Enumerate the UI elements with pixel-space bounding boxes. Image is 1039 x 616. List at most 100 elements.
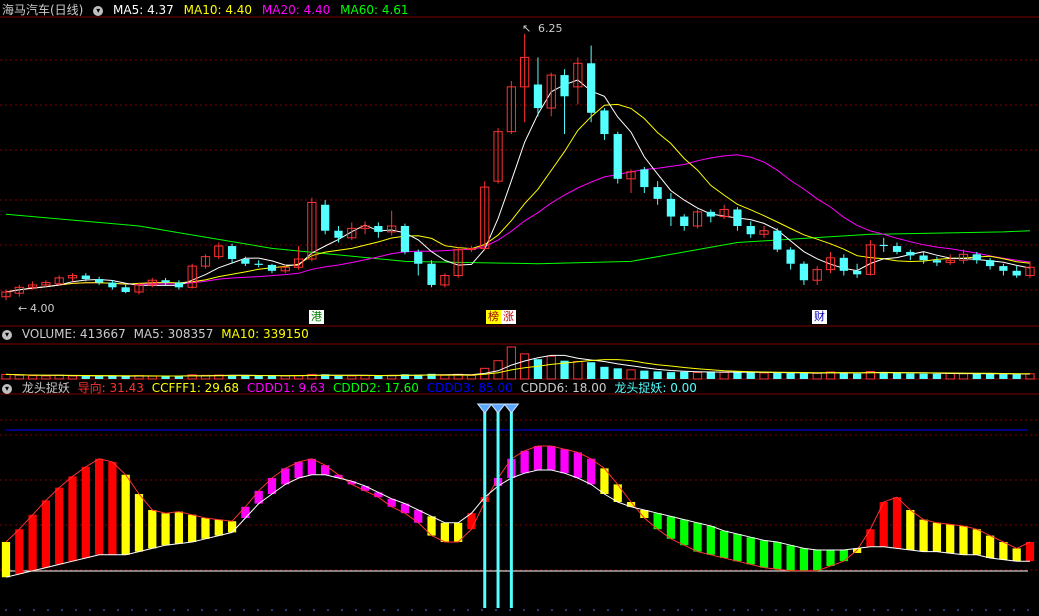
- candle-down: [773, 230, 782, 250]
- volume-bar-down: [852, 373, 862, 379]
- indicator-cdd1: CDDD1: 9.63: [246, 381, 326, 395]
- axis-dot: [551, 609, 553, 611]
- axis-dot: [747, 609, 749, 611]
- axis-dot: [705, 609, 707, 611]
- candle-down: [879, 244, 888, 247]
- volume-bar-up: [280, 375, 290, 380]
- axis-dot: [439, 609, 441, 611]
- axis-dot: [999, 609, 1001, 611]
- volume-bar-up: [945, 372, 955, 380]
- volume-bar-down: [533, 359, 543, 379]
- candle-down: [985, 260, 995, 267]
- axis-dot: [565, 609, 567, 611]
- volume-bar-down: [892, 372, 902, 379]
- volume-bar-up: [506, 346, 516, 380]
- axis-dot: [215, 609, 217, 611]
- axis-dot: [621, 609, 623, 611]
- legend-toggle-icon[interactable]: ▾: [93, 5, 104, 16]
- volume-bar-up: [958, 373, 969, 380]
- volume-toggle-icon[interactable]: ▾: [2, 329, 12, 340]
- volume-bar-down: [733, 372, 742, 379]
- candle-down: [174, 282, 184, 288]
- stock-chart[interactable]: [0, 0, 1039, 616]
- indicator-daoxiang-line: [5, 445, 1031, 572]
- axis-dot: [691, 609, 693, 611]
- axis-dot: [831, 609, 833, 611]
- volume-bar-up: [27, 375, 38, 380]
- axis-dot: [131, 609, 133, 611]
- volume-bar-up: [1, 373, 11, 380]
- volume-bar-down: [799, 373, 809, 379]
- volume-ma5: MA5: 308357: [133, 327, 214, 341]
- axis-dot: [187, 609, 189, 611]
- volume-bar-up: [692, 372, 703, 380]
- indicator-cdd6: CDDD6: 18.00: [520, 381, 607, 395]
- indicator-ltzy: 龙头捉妖: 0.00: [614, 381, 697, 395]
- axis-dot: [887, 609, 889, 611]
- axis-dot: [579, 609, 581, 611]
- price-legend: 海马汽车(日线) ▾ MA5: 4.37 MA10: 4.40 MA20: 4.…: [2, 2, 415, 18]
- axis-dot: [957, 609, 959, 611]
- candle-down: [81, 275, 90, 280]
- volume-bar-down: [81, 376, 90, 379]
- axis-dot: [537, 609, 539, 611]
- candle-down: [613, 134, 622, 179]
- volume-bar-down: [746, 372, 755, 379]
- candle-down: [640, 169, 649, 188]
- marker-bang[interactable]: 榜: [486, 310, 501, 324]
- volume-bar-down: [879, 372, 888, 379]
- volume-bar-up: [360, 375, 370, 380]
- marker-gang[interactable]: 港: [309, 310, 324, 324]
- candle-down: [786, 249, 795, 264]
- candle-down: [799, 263, 809, 281]
- axis-dot: [425, 609, 427, 611]
- axis-dot: [775, 609, 777, 611]
- marker-zhang[interactable]: 涨: [501, 310, 516, 324]
- volume-bar-down: [241, 375, 250, 379]
- axis-dot: [271, 609, 273, 611]
- candle-down: [94, 279, 104, 283]
- signal-diamond-icon: [476, 403, 493, 414]
- candle-down: [321, 204, 330, 231]
- candle-down: [999, 266, 1008, 271]
- high-price-label: 6.25: [538, 22, 563, 35]
- signal-diamond-icon: [490, 403, 507, 414]
- ma10-value: MA10: 4.40: [183, 3, 253, 17]
- volume-bar-up: [147, 375, 157, 380]
- axis-dot: [117, 609, 119, 611]
- candle-down: [906, 251, 915, 256]
- volume-bar-down: [334, 375, 343, 379]
- volume-bar-up: [14, 374, 24, 380]
- volume-bar-down: [254, 375, 263, 379]
- high-arrow-icon: ↖: [522, 22, 532, 35]
- volume-bar-down: [999, 374, 1008, 379]
- axis-dot: [47, 609, 49, 611]
- axis-dot: [5, 609, 7, 611]
- candle-down: [706, 211, 715, 217]
- axis-dot: [89, 609, 91, 611]
- indicator-cdd2: CDDD2: 17.60: [333, 381, 419, 395]
- volume-bar-down: [932, 373, 942, 379]
- candle-down: [533, 84, 543, 109]
- candle-down: [267, 264, 277, 271]
- candle-down: [839, 257, 848, 271]
- axis-dot: [733, 609, 735, 611]
- ma20-line: [5, 154, 1031, 293]
- marker-cai[interactable]: 财: [812, 310, 827, 324]
- indicator-toggle-icon[interactable]: ▾: [2, 383, 12, 394]
- axis-dot: [495, 609, 497, 611]
- volume-bar-down: [972, 373, 981, 379]
- candle-down: [653, 187, 662, 199]
- candle-down: [600, 110, 609, 135]
- candle-down: [972, 254, 981, 261]
- volume-legend: ▾ VOLUME: 413667 MA5: 308357 MA10: 33915…: [2, 326, 315, 342]
- axis-dot: [635, 609, 637, 611]
- candle-down: [374, 225, 383, 232]
- axis-dot: [383, 609, 385, 611]
- candle-down: [666, 198, 676, 217]
- axis-dot: [789, 609, 791, 611]
- axis-dot: [327, 609, 329, 611]
- volume-bar-down: [161, 376, 170, 379]
- axis-dot: [859, 609, 861, 611]
- ma60-line: [5, 213, 1031, 265]
